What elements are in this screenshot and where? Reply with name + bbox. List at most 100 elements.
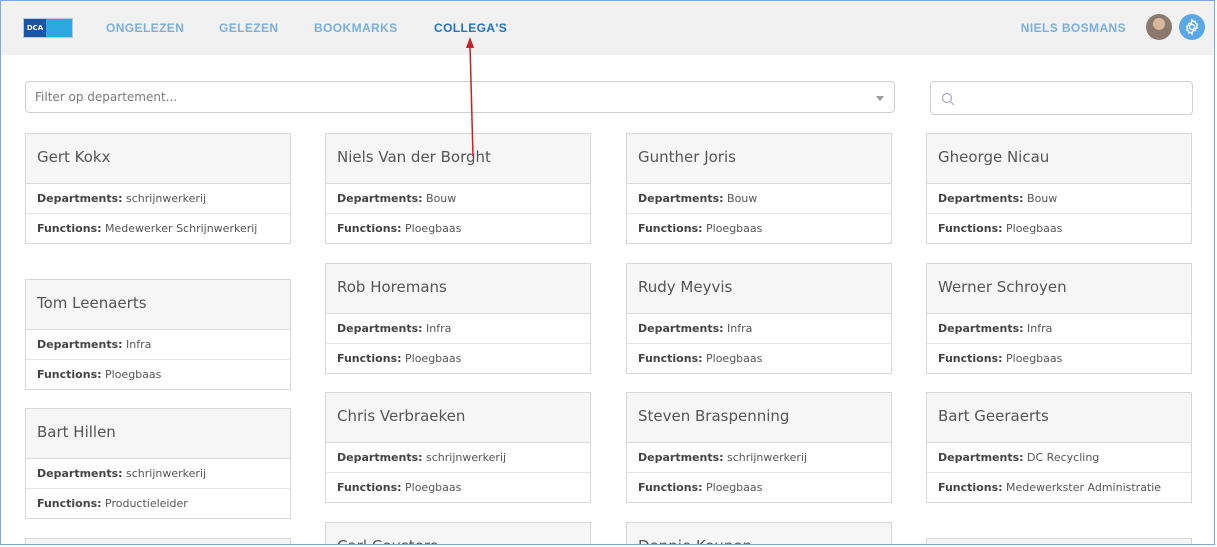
department-value: Bouw: [727, 192, 758, 205]
colleague-name: Bart Hillen: [26, 409, 290, 459]
colleague-name: Chris Verbraeken: [326, 393, 590, 443]
colleague-card[interactable]: Steven Braspenning Departments: schrijnw…: [626, 392, 892, 503]
function-value: Ploegbaas: [405, 222, 462, 235]
colleague-card[interactable]: Rob Horemans Departments: Infra Function…: [325, 263, 591, 374]
app-window: DCA ONGELEZEN GELEZEN BOOKMARKS COLLEGA'…: [0, 0, 1215, 545]
department-value: schrijnwerkerij: [426, 451, 507, 464]
avatar[interactable]: [1146, 14, 1172, 40]
function-value: Ploegbaas: [1006, 352, 1063, 365]
function-value: Ploegbaas: [706, 481, 763, 494]
department-row: Departments: Bouw: [927, 184, 1191, 214]
company-logo[interactable]: DCA: [23, 18, 73, 38]
colleague-card[interactable]: Carl Ceusters: [325, 522, 591, 544]
department-row: Departments: schrijnwerkerij: [326, 443, 590, 473]
function-row: Functions: Ploegbaas: [927, 214, 1191, 243]
colleague-name: Werner Schroyen: [927, 264, 1191, 314]
colleague-card[interactable]: Rudy Meyvis Departments: Infra Functions…: [626, 263, 892, 374]
colleague-card[interactable]: Bart Hillen Departments: schrijnwerkerij…: [25, 408, 291, 519]
department-value: schrijnwerkerij: [727, 451, 808, 464]
function-value: Ploegbaas: [706, 222, 763, 235]
department-value: schrijnwerkerij: [126, 467, 207, 480]
departments-label: Departments:: [37, 192, 123, 205]
department-filter-select[interactable]: Filter op departement...: [25, 81, 895, 113]
department-value: Infra: [426, 322, 452, 335]
function-value: Productieleider: [105, 497, 188, 510]
colleague-card[interactable]: Gunther Joris Departments: Bouw Function…: [626, 133, 892, 244]
department-row: Departments: Infra: [326, 314, 590, 344]
functions-label: Functions:: [638, 222, 703, 235]
function-row: Functions: Ploegbaas: [627, 473, 891, 502]
department-value: Infra: [126, 338, 152, 351]
function-row: Functions: Ploegbaas: [627, 214, 891, 243]
colleague-name: Rob Horemans: [326, 264, 590, 314]
nav-tab-ongelezen[interactable]: ONGELEZEN: [106, 21, 184, 35]
functions-label: Functions:: [638, 352, 703, 365]
department-row: Departments: Infra: [627, 314, 891, 344]
departments-label: Departments:: [337, 451, 423, 464]
departments-label: Departments:: [938, 192, 1024, 205]
colleague-name: Tom Leenaerts: [26, 280, 290, 330]
department-row: Departments: Infra: [26, 330, 290, 360]
departments-label: Departments:: [938, 451, 1024, 464]
search-box[interactable]: [930, 81, 1193, 115]
function-row: Functions: Ploegbaas: [627, 344, 891, 373]
filter-placeholder: Filter op departement...: [35, 90, 178, 104]
colleague-card[interactable]: Niels Van der Borght Departments: Bouw F…: [325, 133, 591, 244]
colleague-card[interactable]: [926, 538, 1192, 544]
colleague-card[interactable]: Chris Verbraeken Departments: schrijnwer…: [325, 392, 591, 503]
department-row: Departments: Bouw: [326, 184, 590, 214]
function-row: Functions: Ploegbaas: [326, 344, 590, 373]
department-row: Departments: Infra: [927, 314, 1191, 344]
colleague-name: Carl Ceusters: [326, 523, 590, 544]
chevron-down-icon[interactable]: [876, 96, 884, 101]
colleague-card[interactable]: Tom Leenaerts Departments: Infra Functio…: [25, 279, 291, 390]
colleague-card[interactable]: Dennie Keunen: [626, 522, 892, 544]
nav-tab-bookmarks[interactable]: BOOKMARKS: [314, 21, 398, 35]
function-value: Ploegbaas: [706, 352, 763, 365]
colleague-card[interactable]: Gert Kokx Departments: schrijnwerkerij F…: [25, 133, 291, 244]
department-row: Departments: Bouw: [627, 184, 891, 214]
departments-label: Departments:: [337, 192, 423, 205]
nav-tab-collegas[interactable]: COLLEGA'S: [434, 21, 507, 35]
function-row: Functions: Ploegbaas: [326, 473, 590, 502]
function-value: Medewerkster Administratie: [1006, 481, 1162, 494]
colleague-name: Bart Geeraerts: [927, 393, 1191, 443]
top-navigation-bar: DCA ONGELEZEN GELEZEN BOOKMARKS COLLEGA'…: [1, 1, 1214, 55]
gear-icon[interactable]: [1179, 14, 1205, 40]
colleague-name: Steven Braspenning: [627, 393, 891, 443]
department-value: Bouw: [1027, 192, 1058, 205]
logo-banner: [46, 19, 72, 37]
departments-label: Departments:: [638, 451, 724, 464]
department-row: Departments: schrijnwerkerij: [26, 184, 290, 214]
colleague-name: Rudy Meyvis: [627, 264, 891, 314]
departments-label: Departments:: [37, 467, 123, 480]
department-row: Departments: DC Recycling: [927, 443, 1191, 473]
colleague-name-truncated: [26, 539, 290, 544]
department-row: Departments: schrijnwerkerij: [627, 443, 891, 473]
user-name[interactable]: NIELS BOSMANS: [1021, 21, 1126, 35]
function-row: Functions: Medewerkster Administratie: [927, 473, 1191, 502]
department-row: Departments: schrijnwerkerij: [26, 459, 290, 489]
function-row: Functions: Productieleider: [26, 489, 290, 518]
functions-label: Functions:: [337, 352, 402, 365]
departments-label: Departments:: [337, 322, 423, 335]
functions-label: Functions:: [337, 481, 402, 494]
nav-tab-gelezen[interactable]: GELEZEN: [219, 21, 278, 35]
department-value: Infra: [727, 322, 753, 335]
colleague-card[interactable]: [25, 538, 291, 544]
logo-text: DCA: [24, 19, 46, 37]
function-value: Ploegbaas: [105, 368, 162, 381]
functions-label: Functions:: [938, 352, 1003, 365]
colleague-card[interactable]: Gheorge Nicau Departments: Bouw Function…: [926, 133, 1192, 244]
search-input[interactable]: [961, 88, 1185, 110]
function-value: Ploegbaas: [405, 481, 462, 494]
departments-label: Departments:: [938, 322, 1024, 335]
functions-label: Functions:: [37, 497, 102, 510]
functions-label: Functions:: [37, 368, 102, 381]
colleague-card[interactable]: Bart Geeraerts Departments: DC Recycling…: [926, 392, 1192, 503]
function-value: Medewerker Schrijnwerkerij: [105, 222, 258, 235]
functions-label: Functions:: [337, 222, 402, 235]
function-row: Functions: Ploegbaas: [326, 214, 590, 243]
colleague-card[interactable]: Werner Schroyen Departments: Infra Funct…: [926, 263, 1192, 374]
function-row: Functions: Ploegbaas: [927, 344, 1191, 373]
